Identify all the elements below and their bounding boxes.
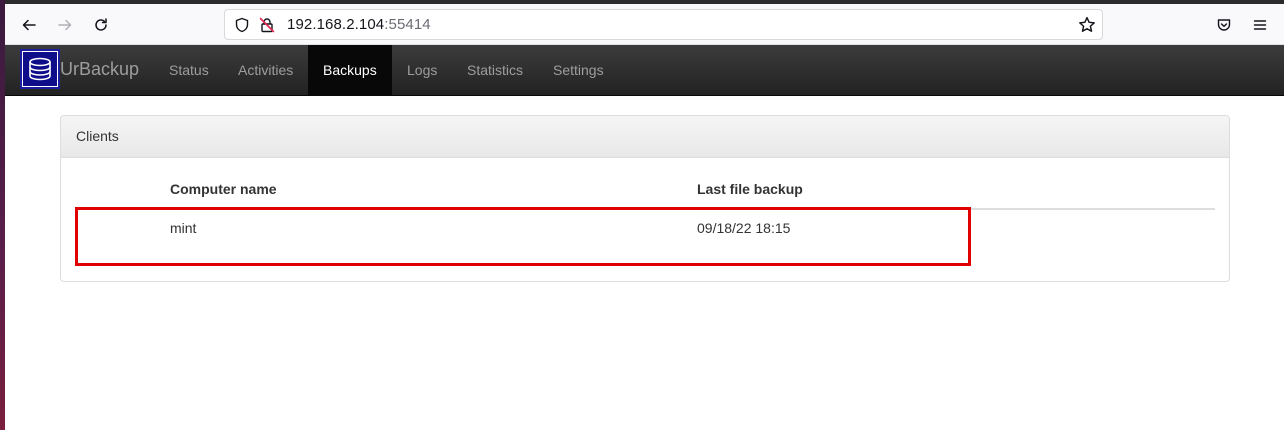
reload-button[interactable]	[86, 10, 116, 40]
nav-settings[interactable]: Settings	[538, 45, 619, 95]
nav-backups[interactable]: Backups	[308, 45, 392, 95]
back-button[interactable]	[14, 10, 44, 40]
browser-toolbar: 192.168.2.104:55414	[5, 4, 1284, 45]
nav-statistics[interactable]: Statistics	[452, 45, 538, 95]
arrow-right-icon	[58, 19, 72, 31]
pocket-button[interactable]	[1209, 10, 1239, 40]
urbackup-logo[interactable]	[20, 49, 60, 89]
shield-icon[interactable]	[234, 17, 250, 33]
url-bar[interactable]: 192.168.2.104:55414	[224, 9, 1103, 40]
insecure-lock-icon[interactable]	[259, 17, 275, 33]
nav-logs[interactable]: Logs	[392, 45, 452, 95]
menu-button[interactable]	[1245, 10, 1275, 40]
hamburger-menu-icon	[1253, 20, 1267, 30]
arrow-left-icon	[22, 19, 36, 31]
nav-activities[interactable]: Activities	[223, 45, 308, 95]
brand-name[interactable]: UrBackup	[60, 59, 139, 80]
bookmark-star-icon[interactable]	[1078, 16, 1096, 34]
highlight-annotation-box	[75, 207, 971, 266]
pocket-icon	[1217, 19, 1231, 31]
database-icon	[23, 52, 57, 86]
url-host: 192.168.2.104	[287, 16, 385, 33]
url-port: :55414	[384, 16, 431, 33]
panel-title: Clients	[61, 116, 1229, 158]
nav-status[interactable]: Status	[154, 45, 224, 95]
column-header-last-file-backup: Last file backup	[697, 181, 803, 197]
reload-icon	[95, 18, 107, 31]
app-navbar: UrBackup Status Activities Backups Logs …	[5, 45, 1284, 96]
forward-button[interactable]	[50, 10, 80, 40]
url-text[interactable]: 192.168.2.104:55414	[287, 16, 431, 33]
column-header-computer-name: Computer name	[170, 181, 277, 197]
